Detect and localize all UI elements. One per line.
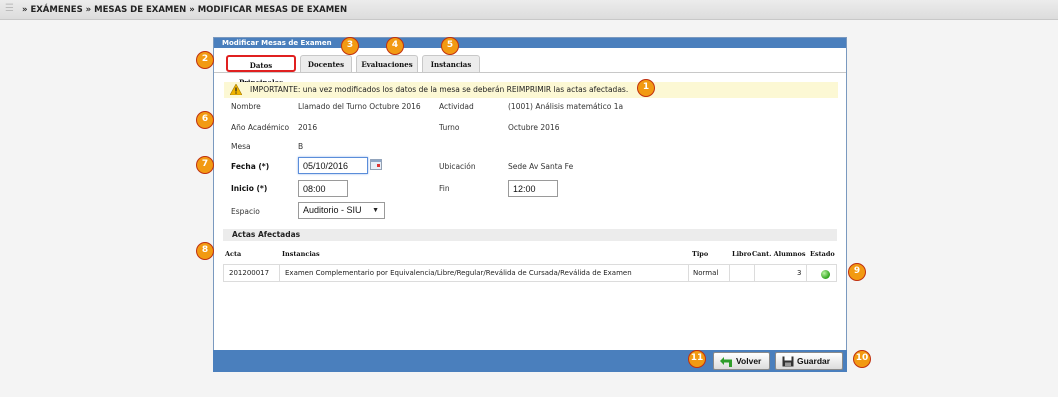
annotation-badge-6: 6 [196,111,214,129]
annotation-badge-11: 11 [688,350,706,368]
fin-label: Fin [439,184,450,193]
nombre-label: Nombre [231,102,261,111]
tab-instancias[interactable]: Instancias [422,55,480,72]
col-tipo: Tipo [692,250,709,258]
annotation-badge-8: 8 [196,242,214,260]
panel-title: Modificar Mesas de Examen [214,38,846,48]
cell-acta: 201200017 [229,269,270,277]
back-arrow-icon [720,357,732,367]
inicio-input[interactable]: 08:00 [298,180,348,197]
annotation-badge-1: 1 [637,79,655,97]
warning-text: IMPORTANTE: una vez modificados los dato… [250,85,629,94]
status-ok-icon [821,270,830,279]
calendar-icon[interactable] [370,158,382,170]
col-acta: Acta [225,250,242,258]
ubicacion-value: Sede Av Santa Fe [508,162,574,171]
annotation-badge-4: 4 [386,37,404,55]
col-estado: Estado [810,250,835,258]
chevron-down-icon: ▼ [372,207,379,214]
cell-cant-alumnos: 3 [797,269,802,277]
col-cant-alumnos: Cant. Alumnos [752,250,806,258]
col-libro: Libro [732,250,752,258]
actas-section-title: Actas Afectadas [223,229,837,241]
annotation-badge-10: 10 [853,350,871,368]
menu-icon[interactable]: ☰ [5,4,14,14]
inicio-label: Inicio (*) [231,184,268,193]
tab-docentes[interactable]: Docentes [300,55,352,72]
turno-value: Octubre 2016 [508,123,560,132]
tab-datos-principales[interactable]: Datos Principales [226,55,296,87]
cell-divider [806,264,807,282]
actividad-value: (1001) Análisis matemático 1a [508,102,624,111]
volver-label: Volver [736,356,762,366]
cell-divider [279,264,280,282]
annotation-badge-3: 3 [341,37,359,55]
top-bar: ☰ » EXÁMENES » MESAS DE EXAMEN » MODIFIC… [0,0,1058,20]
cell-divider [754,264,755,282]
actividad-label: Actividad [439,102,474,111]
guardar-button[interactable]: Guardar [775,352,843,370]
turno-label: Turno [439,123,460,132]
espacio-select-value: Auditorio - SIU [303,205,362,215]
annotation-badge-7: 7 [196,156,214,174]
warning-icon [230,84,242,95]
volver-button[interactable]: Volver [713,352,770,370]
col-instancias: Instancias [282,250,320,258]
annotation-badge-2: 2 [196,51,214,69]
tab-divider [214,72,846,73]
espacio-label: Espacio [231,207,260,216]
guardar-label: Guardar [797,356,831,366]
breadcrumb: » EXÁMENES » MESAS DE EXAMEN » MODIFICAR… [22,5,348,15]
mesa-label: Mesa [231,142,251,151]
cell-instancias: Examen Complementario por Equivalencia/L… [285,269,632,277]
mesa-value: B [298,142,304,151]
cell-divider [729,264,730,282]
fecha-label: Fecha (*) [231,162,270,171]
tab-evaluaciones[interactable]: Evaluaciones [356,55,418,72]
espacio-select[interactable]: Auditorio - SIU ▼ [298,202,385,219]
annotation-badge-5: 5 [441,37,459,55]
cell-divider [688,264,689,282]
fin-input[interactable]: 12:00 [508,180,558,197]
anio-academico-label: Año Académico [231,123,290,132]
annotation-badge-9: 9 [848,263,866,281]
nombre-value: Llamado del Turno Octubre 2016 [298,102,421,111]
save-icon [782,356,794,367]
fecha-input[interactable]: 05/10/2016 [298,157,368,174]
cell-tipo: Normal [693,269,719,277]
warning-banner: IMPORTANTE: una vez modificados los dato… [224,82,838,98]
anio-academico-value: 2016 [298,123,318,132]
ubicacion-label: Ubicación [439,162,476,171]
